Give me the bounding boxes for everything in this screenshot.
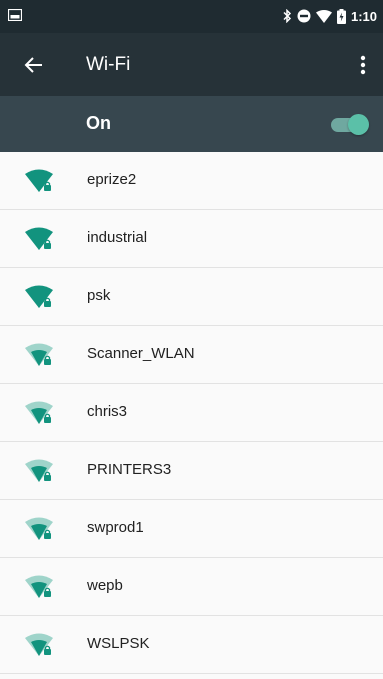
status-bar: 1:10 (0, 0, 383, 33)
app-bar: Wi-Fi (0, 33, 383, 96)
wifi-icon (315, 9, 332, 23)
network-row[interactable]: WSLPSK (0, 616, 383, 674)
do-not-disturb-icon (297, 9, 311, 23)
wifi-state-label: On (86, 113, 111, 133)
network-row[interactable]: PRINTERS3 (0, 442, 383, 500)
more-vertical-icon[interactable] (351, 51, 375, 79)
status-icons: 1:10 (282, 6, 377, 26)
arrow-back-icon[interactable] (22, 53, 46, 77)
network-name: Scanner_WLAN (87, 345, 195, 362)
network-row[interactable]: wepb (0, 558, 383, 616)
wifi-toggle-switch[interactable] (329, 113, 369, 135)
bluetooth-icon (283, 9, 292, 23)
network-row[interactable]: chris3 (0, 384, 383, 442)
network-name: psk (87, 287, 111, 304)
network-row[interactable]: industrial (0, 210, 383, 268)
toggle-thumb (348, 114, 369, 135)
wifi-signal-locked-icon (25, 227, 53, 250)
wifi-signal-locked-icon (25, 169, 53, 192)
wifi-signal-locked-icon (25, 633, 53, 656)
network-name: eprize2 (87, 171, 137, 188)
wifi-signal-locked-icon (25, 401, 53, 424)
wifi-signal-locked-icon (25, 575, 53, 598)
network-list: eprize2 industrial psk Scanner_WLAN chri… (0, 152, 383, 674)
network-name: WSLPSK (87, 635, 150, 652)
network-row[interactable]: swprod1 (0, 500, 383, 558)
wifi-signal-locked-icon (25, 517, 53, 540)
wifi-signal-locked-icon (25, 285, 53, 308)
network-name: PRINTERS3 (87, 461, 172, 478)
wifi-signal-locked-icon (25, 343, 53, 366)
battery-icon (336, 8, 346, 24)
status-time: 1:10 (350, 8, 377, 24)
network-row[interactable]: eprize2 (0, 152, 383, 210)
image-icon (8, 9, 22, 21)
wifi-master-switch-bar[interactable]: On (0, 96, 383, 152)
network-name: chris3 (87, 403, 128, 420)
network-name: swprod1 (87, 519, 144, 536)
network-name: wepb (87, 577, 123, 594)
network-name: industrial (87, 229, 148, 246)
page-title: Wi-Fi (86, 54, 131, 75)
wifi-signal-locked-icon (25, 459, 53, 482)
network-row[interactable]: psk (0, 268, 383, 326)
network-row[interactable]: Scanner_WLAN (0, 326, 383, 384)
